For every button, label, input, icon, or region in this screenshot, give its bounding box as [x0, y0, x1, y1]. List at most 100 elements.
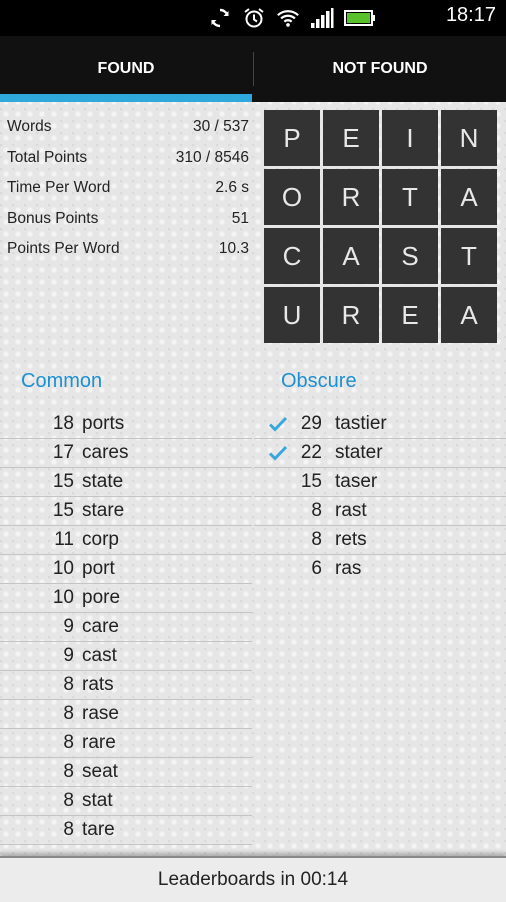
word-row[interactable]: 8 rast: [254, 497, 506, 526]
obscure-heading: Obscure: [281, 370, 357, 392]
word-points: 8: [63, 819, 74, 840]
word-points: 9: [63, 645, 74, 666]
word-row[interactable]: 8 stat: [0, 787, 252, 816]
board-tile: T: [441, 228, 497, 284]
board-tile: P: [264, 110, 320, 166]
word-text: rast: [335, 500, 367, 521]
word-text: ports: [82, 413, 125, 434]
word-text: rets: [335, 529, 367, 550]
word-points: 8: [63, 761, 74, 782]
letter-board: P E I N O R T A C A S T U R E A: [264, 110, 498, 344]
word-row[interactable]: 22 stater: [254, 439, 506, 468]
word-points: 8: [63, 674, 74, 695]
word-row[interactable]: 8 seat: [0, 758, 252, 787]
status-icons: [208, 6, 376, 30]
common-word-list: 18 ports 17 cares 15 state 15 stare 11 corp 1…: [0, 410, 252, 847]
word-points: 8: [311, 500, 322, 521]
board-tile: C: [264, 228, 320, 284]
word-list-area[interactable]: 18 ports 17 cares 15 state 15 stare 11 corp 1…: [0, 410, 506, 847]
stat-words: Words 30 / 537: [7, 118, 249, 149]
stat-value: 10.3: [218, 240, 249, 257]
word-row[interactable]: 11 corp: [0, 526, 252, 555]
clock: 18:17: [445, 4, 496, 26]
word-points: 29: [300, 413, 322, 434]
stat-value: 310 / 8546: [175, 148, 249, 166]
sync-icon: [208, 6, 232, 30]
word-text: pore: [82, 587, 121, 608]
word-text: stater: [335, 442, 383, 463]
word-points: 8: [311, 529, 322, 550]
stats-panel: Words 30 / 537 Total Points 310 / 8546 Tim…: [7, 118, 249, 271]
stat-total-points: Total Points 310 / 8546: [7, 149, 249, 180]
tab-selected-indicator: [0, 94, 252, 102]
tab-found[interactable]: FOUND: [0, 36, 252, 102]
word-row[interactable]: 9 care: [0, 613, 252, 642]
word-row[interactable]: 15 state: [0, 468, 252, 497]
word-points: 8: [63, 790, 74, 811]
stat-label: Bonus Points: [7, 209, 99, 227]
word-row[interactable]: 8rest: [0, 845, 252, 847]
word-points: 8: [63, 703, 74, 724]
board-tile: A: [441, 169, 497, 225]
checkmark-icon: [269, 445, 287, 461]
board-tile: U: [264, 287, 320, 343]
stat-label: Points Per Word: [7, 240, 120, 257]
stat-value: 30 / 537: [192, 118, 249, 135]
common-heading: Common: [21, 370, 103, 392]
word-row[interactable]: 10 port: [0, 555, 252, 584]
word-row[interactable]: 8 rare: [0, 729, 252, 758]
word-row[interactable]: 17 cares: [0, 439, 252, 468]
board-tile: R: [323, 287, 379, 343]
stat-bonus-points: Bonus Points 51: [7, 210, 249, 241]
word-row[interactable]: 29 tastier: [254, 410, 506, 439]
board-tile: E: [323, 110, 379, 166]
stat-value: 2.6 s: [215, 179, 249, 196]
stat-label: Words: [7, 118, 52, 135]
word-points: 15: [52, 500, 74, 521]
word-text: corp: [82, 529, 119, 550]
word-text: seat: [82, 761, 118, 782]
status-bar: 18:17: [0, 0, 506, 36]
word-text: tastier: [335, 413, 387, 434]
tab-bar: FOUND NOT FOUND: [0, 36, 506, 102]
board-tile: I: [382, 110, 438, 166]
word-row[interactable]: 6 ras: [254, 555, 506, 583]
word-points: 11: [54, 529, 74, 550]
word-row[interactable]: 8 rase: [0, 700, 252, 729]
word-points: 9: [63, 616, 74, 637]
word-text: state: [82, 471, 124, 492]
tab-not-found[interactable]: NOT FOUND: [254, 36, 506, 102]
word-text: cast: [82, 645, 117, 666]
board-tile: N: [441, 110, 497, 166]
stat-time-per-word: Time Per Word 2.6 s: [7, 179, 249, 210]
alarm-icon: [242, 6, 266, 30]
word-row[interactable]: 15 stare: [0, 497, 252, 526]
word-points: 6: [311, 558, 322, 579]
word-row[interactable]: 10 pore: [0, 584, 252, 613]
word-points: 22: [300, 442, 322, 463]
word-points: 18: [52, 413, 74, 434]
board-tile: O: [264, 169, 320, 225]
word-text: ras: [335, 558, 362, 579]
word-points: 17: [52, 442, 74, 463]
obscure-word-list: 29 tastier 22 stater 15 taser 8 rast 8 rets 6…: [254, 410, 506, 583]
word-row[interactable]: 9 cast: [0, 642, 252, 671]
word-row[interactable]: 8 tare: [0, 816, 252, 845]
word-text: cares: [82, 442, 129, 463]
stat-label: Time Per Word: [7, 179, 111, 196]
word-row[interactable]: 18 ports: [0, 410, 252, 439]
word-points: 15: [52, 471, 74, 492]
word-row[interactable]: 8 rets: [254, 526, 506, 555]
stat-label: Total Points: [7, 148, 88, 166]
word-text: rare: [82, 732, 116, 753]
word-row[interactable]: 8 rats: [0, 671, 252, 700]
word-text: port: [82, 558, 115, 579]
word-text: stare: [82, 500, 125, 521]
board-tile: A: [441, 287, 497, 343]
board-tile: A: [323, 228, 379, 284]
word-row[interactable]: 15 taser: [254, 468, 506, 497]
board-tile: S: [382, 228, 438, 284]
wifi-icon: [276, 6, 300, 30]
word-text: care: [82, 616, 119, 637]
checkmark-icon: [269, 416, 287, 432]
